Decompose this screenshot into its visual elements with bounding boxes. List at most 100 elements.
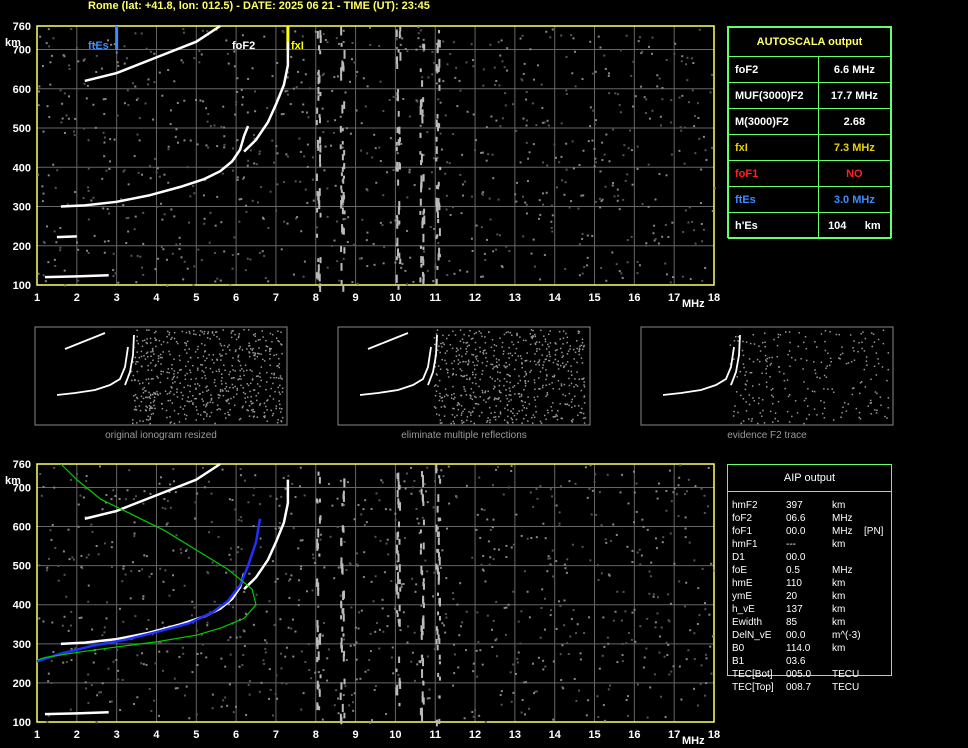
noise-dot (681, 94, 684, 97)
noise-dot (741, 349, 744, 352)
noise-dot (769, 410, 772, 413)
noise-dot (421, 256, 424, 261)
noise-dot (772, 421, 774, 423)
noise-dot (543, 335, 545, 337)
noise-dot (523, 570, 526, 573)
noise-dot (242, 391, 245, 394)
noise-dot (147, 369, 149, 371)
noise-dot (159, 381, 162, 384)
noise-dot (103, 626, 106, 629)
noise-dot (442, 334, 444, 337)
noise-dot (279, 375, 282, 377)
noise-dot (633, 608, 636, 611)
noise-dot (597, 578, 600, 581)
noise-dot (504, 366, 507, 368)
noise-dot (47, 557, 50, 560)
aip-param-unit: m^(-3) (832, 630, 861, 641)
noise-dot (520, 393, 523, 396)
noise-dot (439, 392, 441, 395)
noise-dot (559, 485, 562, 488)
noise-dot (168, 392, 171, 394)
aip-param-name: hmF2 (732, 500, 758, 511)
noise-dot (484, 391, 486, 394)
noise-dot (398, 538, 401, 545)
noise-dot (599, 206, 602, 209)
noise-dot (337, 42, 340, 45)
noise-dot (236, 139, 239, 142)
noise-dot (572, 348, 575, 351)
noise-dot (100, 67, 103, 70)
noise-dot (461, 422, 463, 424)
noise-dot (136, 397, 139, 400)
noise-dot (156, 167, 159, 170)
noise-dot (389, 508, 392, 511)
noise-dot (144, 102, 147, 105)
aip-panel: AIP output hmF2 397 km foF2 06.6 MHz foF1 00.0 M… (727, 464, 892, 693)
noise-dot (440, 342, 442, 345)
noise-dot (490, 363, 492, 366)
noise-dot (441, 422, 443, 424)
noise-dot (332, 131, 335, 134)
noise-dot (589, 125, 592, 128)
noise-dot (877, 338, 880, 341)
noise-dot (107, 240, 110, 243)
noise-dot (53, 230, 56, 233)
noise-dot (437, 531, 440, 538)
noise-dot (605, 279, 608, 282)
noise-dot (534, 353, 536, 355)
noise-dot (95, 54, 98, 57)
noise-dot (143, 339, 146, 341)
noise-dot (531, 662, 534, 665)
noise-dot (382, 262, 385, 265)
noise-dot (498, 389, 501, 392)
noise-dot (316, 107, 319, 114)
noise-dot (220, 344, 223, 347)
noise-dot (220, 705, 223, 708)
noise-dot (317, 258, 320, 262)
noise-dot (510, 470, 513, 473)
noise-dot (349, 644, 352, 647)
noise-dot (373, 263, 376, 266)
noise-dot (788, 394, 791, 396)
noise-dot (495, 468, 498, 471)
noise-dot (147, 415, 149, 418)
noise-dot (354, 626, 357, 629)
noise-dot (473, 364, 476, 367)
noise-dot (710, 562, 713, 565)
noise-dot (544, 665, 547, 668)
noise-dot (68, 95, 71, 98)
noise-dot (572, 609, 575, 612)
noise-dot (314, 671, 317, 674)
noise-dot (341, 626, 344, 632)
noise-dot (53, 466, 56, 469)
noise-dot (342, 495, 345, 502)
noise-dot (192, 185, 195, 188)
noise-dot (182, 31, 185, 34)
noise-dot (589, 106, 592, 109)
noise-dot (286, 155, 289, 158)
noise-dot (538, 341, 541, 343)
noise-dot (437, 365, 440, 367)
noise-dot (149, 394, 152, 397)
noise-dot (136, 97, 139, 100)
noise-dot (343, 478, 346, 488)
noise-dot (311, 589, 314, 592)
noise-dot (593, 480, 596, 483)
aip-param-name: B0 (732, 643, 745, 654)
noise-dot (236, 551, 239, 554)
noise-dot (173, 677, 176, 680)
noise-dot (631, 549, 634, 552)
noise-dot (95, 544, 98, 547)
noise-dot (535, 341, 538, 343)
noise-dot (545, 378, 547, 381)
noise-dot (508, 394, 510, 396)
noise-dot (558, 161, 561, 164)
noise-dot (106, 207, 109, 210)
noise-dot (813, 390, 816, 393)
noise-dot (228, 414, 231, 416)
noise-dot (419, 124, 422, 127)
noise-dot (145, 352, 148, 355)
noise-dot (169, 506, 172, 509)
noise-dot (152, 401, 155, 403)
noise-dot (183, 386, 185, 389)
